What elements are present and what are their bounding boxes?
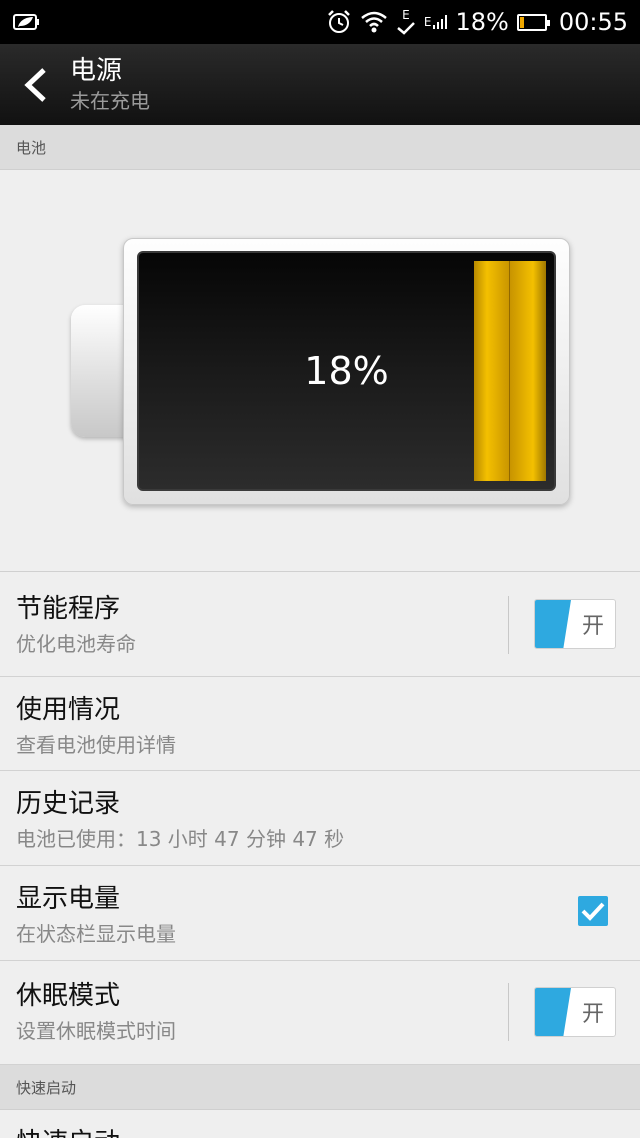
signal-network-label: E [423, 15, 432, 29]
power-saver-leaf-icon [12, 11, 42, 33]
battery-terminal [71, 305, 129, 437]
wifi-icon [360, 10, 388, 34]
list-item-history[interactable]: 历史记录 电池已使用：13 小时 47 分钟 47 秒 [0, 771, 640, 866]
section-header-fast-boot: 快速启动 [0, 1065, 640, 1110]
show-level-subtitle: 在状态栏显示电量 [16, 922, 176, 946]
list-item-power-saver[interactable]: 节能程序 优化电池寿命 开 [0, 572, 640, 677]
toggle-knob [535, 600, 571, 648]
sleep-mode-title: 休眠模式 [16, 981, 121, 1011]
action-bar: 电源 未在充电 [0, 44, 640, 125]
fast-boot-title: 快速启动 [16, 1122, 120, 1138]
power-saver-toggle[interactable]: 开 [534, 599, 616, 649]
list-item-show-level[interactable]: 显示电量 在状态栏显示电量 [0, 866, 640, 961]
history-subtitle: 电池已使用：13 小时 47 分钟 47 秒 [16, 827, 345, 851]
status-battery-icon [516, 13, 550, 31]
item-divider [508, 596, 509, 654]
usage-subtitle: 查看电池使用详情 [16, 733, 176, 757]
list-item-usage[interactable]: 使用情况 查看电池使用详情 [0, 677, 640, 771]
list-item-fast-boot[interactable]: 快速启动 [0, 1110, 640, 1138]
toggle-label: 开 [581, 614, 604, 639]
usage-title: 使用情况 [16, 695, 121, 725]
toggle-label: 开 [581, 1002, 604, 1027]
status-battery-percent: 18% [455, 8, 509, 36]
item-divider [508, 983, 509, 1041]
toggle-knob [535, 988, 571, 1036]
checkmark-icon [581, 902, 605, 921]
status-bar: E E 18% 00:55 [0, 0, 640, 44]
back-button[interactable] [0, 44, 70, 125]
power-saver-subtitle: 优化电池寿命 [16, 632, 136, 656]
section-header-battery: 电池 [0, 125, 640, 170]
chevron-left-icon [24, 67, 46, 102]
sleep-mode-toggle[interactable]: 开 [534, 987, 616, 1037]
network-type-label: E [402, 8, 410, 22]
status-time: 00:55 [558, 8, 628, 36]
sync-check-icon: E [396, 9, 416, 35]
sleep-mode-subtitle: 设置休眠模式时间 [16, 1019, 176, 1043]
alarm-clock-icon [326, 9, 352, 35]
page-subtitle: 未在充电 [70, 88, 150, 113]
history-title: 历史记录 [16, 789, 121, 819]
show-level-checkbox[interactable] [578, 896, 608, 926]
power-saver-title: 节能程序 [16, 594, 121, 624]
list-item-sleep-mode[interactable]: 休眠模式 设置休眠模式时间 开 [0, 961, 640, 1065]
page-title: 电源 [70, 55, 123, 86]
show-level-title: 显示电量 [16, 884, 121, 914]
battery-percent-label: 18% [304, 349, 389, 393]
signal-strength-icon: E [424, 15, 448, 29]
